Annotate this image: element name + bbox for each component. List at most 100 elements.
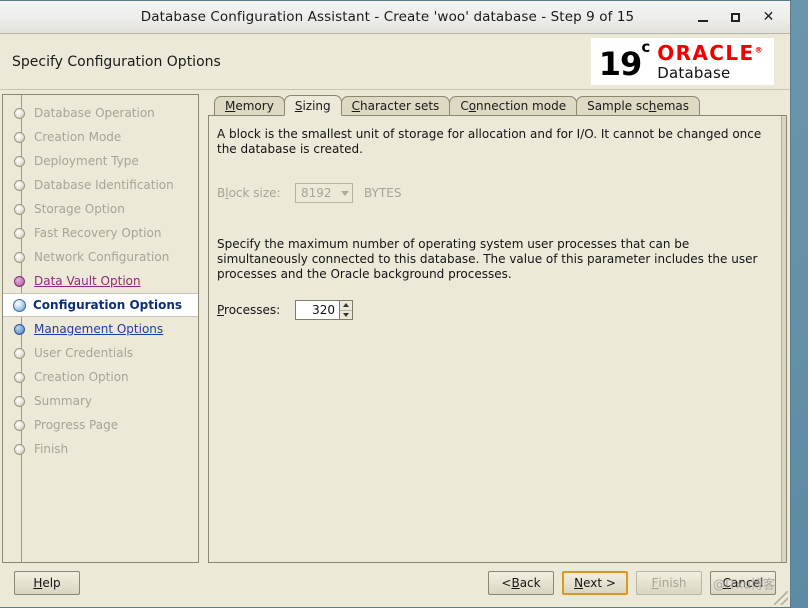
sidebar-item-label: Deployment Type	[34, 154, 139, 168]
tab-connection-mode[interactable]: Connection mode	[449, 96, 578, 115]
sidebar-item-finish: Finish	[3, 437, 198, 461]
wizard-steps-sidebar: Database Operation Creation Mode Deploymen…	[2, 94, 199, 563]
back-button[interactable]: < Back	[488, 571, 554, 595]
sizing-tab-panel: A block is the smallest unit of storage …	[208, 115, 787, 563]
tab-strip: Memory Sizing Character sets Connection mod…	[208, 94, 787, 116]
tab-label-mnemonic: M	[225, 99, 236, 113]
logo-registered-icon: ®	[754, 44, 764, 54]
tab-label-post: emory	[235, 99, 274, 113]
sidebar-item-label: Database Identification	[34, 178, 174, 192]
logo-product: Database	[657, 63, 731, 82]
step-bullet-icon	[14, 371, 25, 383]
sidebar-item-user-credentials: User Credentials	[3, 341, 198, 365]
sidebar-item-database-operation: Database Operation	[3, 101, 198, 125]
wizard-step-list: Database Operation Creation Mode Deploymen…	[3, 101, 198, 461]
block-size-unit: BYTES	[364, 186, 402, 200]
sidebar-item-label: Finish	[34, 442, 69, 456]
sidebar-item-deployment-type: Deployment Type	[3, 149, 198, 173]
panel-vertical-scrollbar[interactable]	[781, 116, 786, 562]
step-bullet-icon	[14, 395, 25, 407]
block-size-label: Block size:	[217, 186, 281, 200]
sidebar-item-label: Management Options	[34, 322, 164, 336]
logo-wordmark: ORACLE® Database	[657, 43, 764, 81]
tab-label-pre: C	[460, 99, 469, 113]
resize-grip[interactable]	[774, 591, 788, 605]
tab-label-post: emas	[656, 99, 690, 113]
sidebar-item-label: Configuration Options	[33, 298, 183, 312]
sidebar-item-summary: Summary	[3, 389, 198, 413]
tab-label-mnemonic: o	[468, 99, 477, 113]
logo-brand: ORACLE®	[657, 43, 764, 63]
cancel-button[interactable]: Cancel	[710, 571, 776, 595]
sidebar-item-fast-recovery-option: Fast Recovery Option	[3, 221, 198, 245]
step-bullet-icon	[14, 131, 25, 143]
sidebar-item-label: Data Vault Option	[34, 274, 141, 288]
stepper-down-icon[interactable]	[340, 310, 352, 319]
tab-character-sets[interactable]: Character sets	[340, 96, 451, 115]
sidebar-item-label: Creation Option	[34, 370, 129, 384]
sidebar-item-progress-page: Progress Page	[3, 413, 198, 437]
block-size-select: 8192	[295, 183, 353, 203]
help-button[interactable]: Help	[14, 571, 80, 595]
processes-description: Specify the maximum number of operating …	[217, 237, 758, 281]
processes-row: Processes: 320	[217, 300, 772, 320]
minimize-icon[interactable]	[695, 10, 710, 25]
finish-button: Finish	[636, 571, 702, 595]
step-bullet-icon	[14, 251, 25, 263]
sidebar-item-label: Network Configuration	[34, 250, 170, 264]
sidebar-item-configuration-options[interactable]: Configuration Options	[3, 293, 198, 317]
dbca-window: Database Configuration Assistant - Creat…	[0, 0, 791, 608]
sidebar-item-creation-option: Creation Option	[3, 365, 198, 389]
step-bullet-icon	[14, 419, 25, 431]
sidebar-item-label: User Credentials	[34, 346, 134, 360]
step-bullet-icon	[14, 179, 25, 191]
step-bullet-icon	[14, 275, 25, 287]
close-icon[interactable]: ✕	[761, 10, 776, 25]
step-bullet-icon	[14, 227, 25, 239]
chevron-down-icon	[341, 190, 349, 196]
tab-memory[interactable]: Memory	[214, 96, 285, 115]
page-title: Specify Configuration Options	[12, 53, 221, 70]
next-button[interactable]: Next >	[562, 571, 628, 595]
wizard-nav-buttons: < Back Next > Finish Cancel @ITxu博客	[488, 571, 776, 595]
sidebar-item-management-options[interactable]: Management Options	[3, 317, 198, 341]
wizard-footer: Help < Back Next > Finish Cancel @ITxu博客	[0, 563, 790, 607]
block-size-description: A block is the smallest unit of storage …	[217, 127, 762, 156]
sidebar-item-label: Progress Page	[34, 418, 119, 432]
sidebar-item-label: Storage Option	[34, 202, 125, 216]
tab-label-post: haracter sets	[360, 99, 440, 113]
step-bullet-icon	[14, 155, 25, 167]
step-bullet-icon	[14, 203, 25, 215]
window-title: Database Configuration Assistant - Creat…	[140, 9, 635, 25]
window-body: Database Operation Creation Mode Deploymen…	[0, 90, 790, 563]
tab-sample-schemas[interactable]: Sample schemas	[576, 96, 701, 115]
stepper-up-icon[interactable]	[340, 301, 352, 311]
sidebar-item-data-vault-option[interactable]: Data Vault Option	[3, 269, 198, 293]
sidebar-item-network-configuration: Network Configuration	[3, 245, 198, 269]
page-header: Specify Configuration Options 19c ORACLE…	[0, 34, 790, 90]
step-bullet-icon	[14, 323, 25, 335]
step-bullet-icon	[13, 298, 26, 312]
step-bullet-icon	[14, 347, 25, 359]
logo-version: 19c	[599, 39, 650, 79]
block-size-value: 8192	[301, 186, 332, 200]
step-bullet-icon	[14, 107, 25, 119]
sidebar-item-label: Fast Recovery Option	[34, 226, 162, 240]
title-bar: Database Configuration Assistant - Creat…	[0, 1, 790, 34]
window-controls: ✕	[695, 10, 790, 25]
sidebar-item-label: Creation Mode	[34, 130, 122, 144]
sidebar-item-label: Summary	[34, 394, 92, 408]
tab-label-mnemonic: C	[351, 99, 361, 113]
maximize-icon[interactable]	[728, 10, 743, 25]
processes-stepper[interactable]: 320	[295, 300, 353, 320]
tab-sizing[interactable]: Sizing	[283, 95, 342, 116]
sidebar-item-label: Database Operation	[34, 106, 155, 120]
sidebar-item-creation-mode: Creation Mode	[3, 125, 198, 149]
step-bullet-icon	[14, 443, 25, 455]
processes-stepper-buttons[interactable]	[339, 300, 353, 320]
tab-label-pre: Sample sc	[587, 99, 649, 113]
tab-label-post: nnection mode	[476, 99, 567, 113]
sidebar-item-storage-option: Storage Option	[3, 197, 198, 221]
processes-input[interactable]: 320	[295, 300, 339, 320]
block-size-row: Block size: 8192 BYTES	[217, 183, 772, 203]
